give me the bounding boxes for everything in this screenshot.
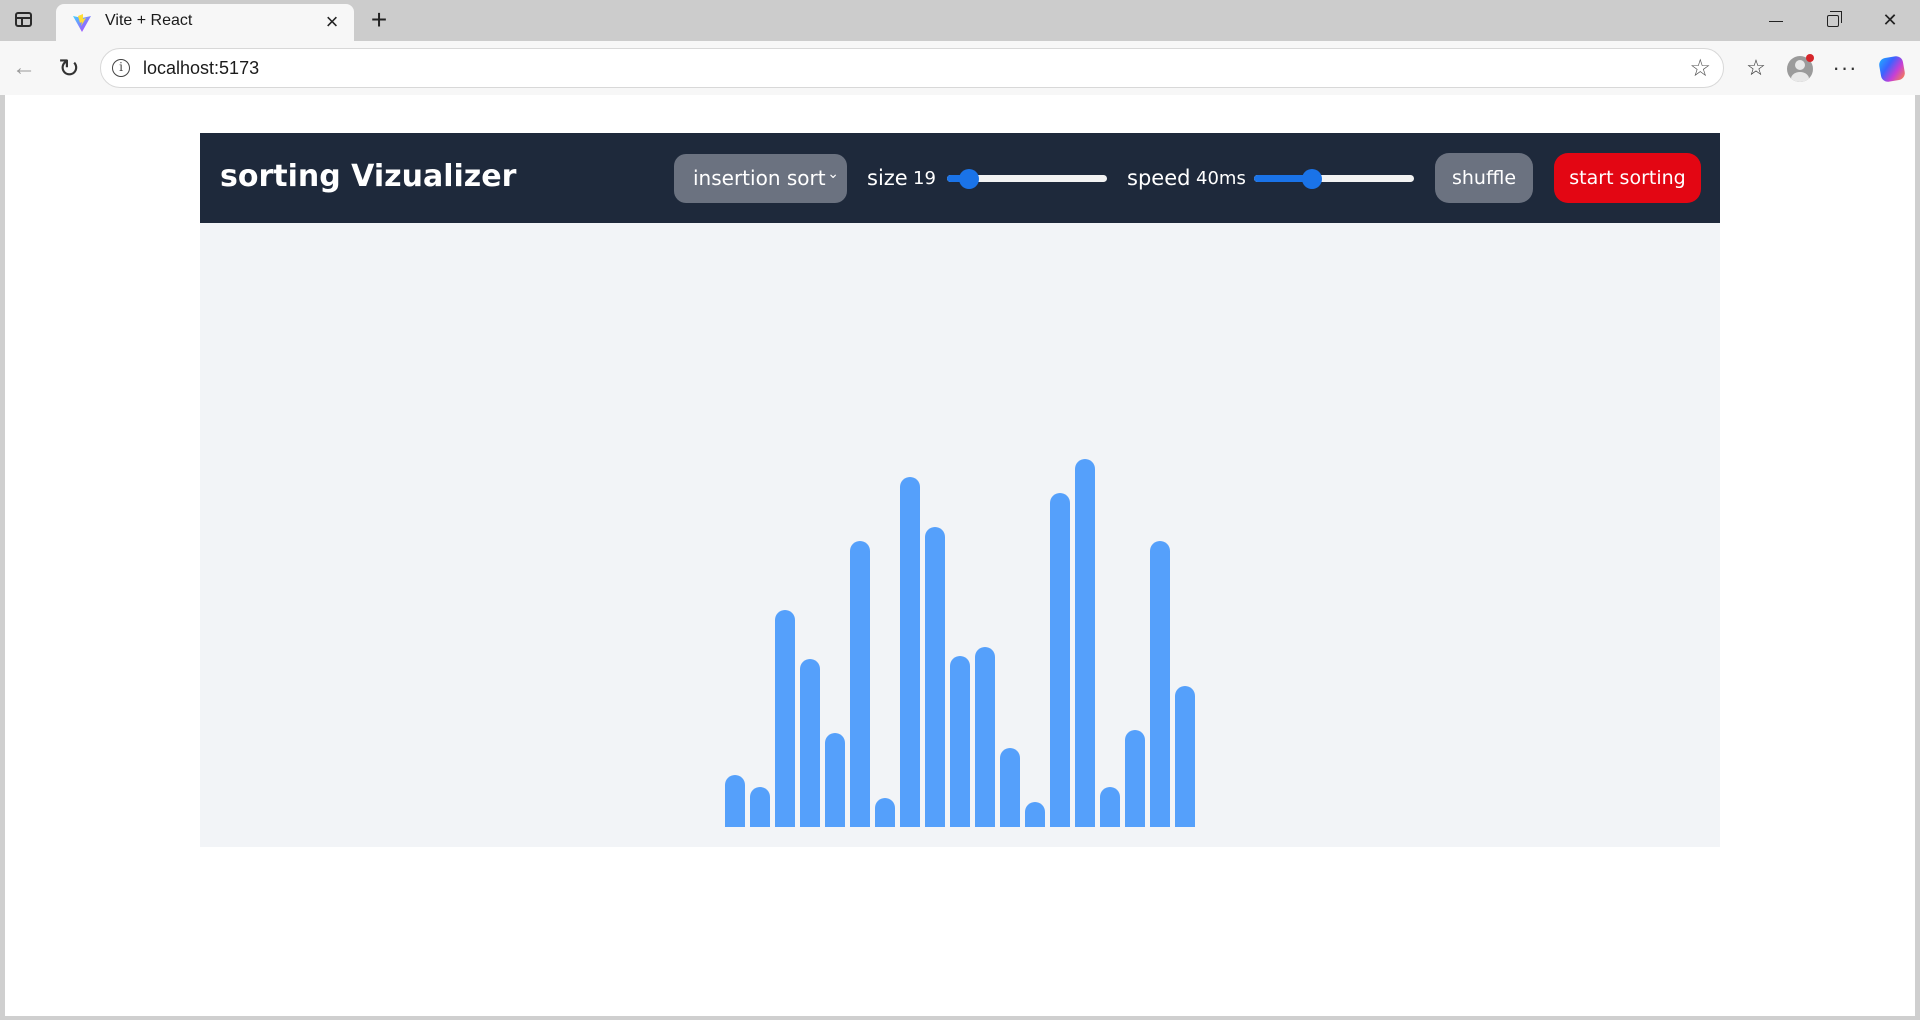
app-title: sorting Vizualizer: [220, 159, 517, 194]
array-bar: [825, 733, 845, 827]
array-bar: [1025, 802, 1045, 827]
more-options-icon[interactable]: ···: [1828, 51, 1862, 85]
speed-slider-thumb[interactable]: [1301, 169, 1322, 189]
array-bar: [1150, 541, 1170, 827]
size-label: size: [867, 166, 908, 190]
reload-icon[interactable]: ↻: [52, 51, 86, 85]
sorting-app: sorting Vizualizer insertion sort ⌄ size…: [200, 133, 1720, 847]
array-bar: [775, 610, 795, 827]
array-bar: [900, 477, 920, 827]
size-slider[interactable]: [947, 169, 1107, 189]
speed-label: speed: [1127, 166, 1191, 190]
speed-value: 40ms: [1196, 168, 1246, 189]
array-bar: [725, 775, 745, 827]
array-bar: [1000, 748, 1020, 827]
browser-tabstrip: Vite + React × + ✕: [0, 0, 1920, 41]
minimize-window-icon[interactable]: [1748, 0, 1804, 41]
page-viewport: sorting Vizualizer insertion sort ⌄ size…: [5, 95, 1915, 1016]
site-info-icon[interactable]: i: [112, 59, 130, 77]
tab-title: Vite + React: [105, 12, 193, 29]
array-bar: [875, 798, 895, 827]
size-value: 19: [913, 168, 936, 189]
browser-tab[interactable]: Vite + React ×: [56, 4, 354, 41]
array-bar: [1175, 686, 1195, 827]
back-arrow-icon[interactable]: ←: [7, 51, 41, 85]
chevron-down-icon: ⌄: [827, 166, 839, 182]
favorite-star-icon[interactable]: ☆: [1689, 54, 1711, 83]
array-bar: [800, 659, 820, 827]
sidebar-toggle-icon: [15, 12, 32, 27]
array-bar: [1075, 459, 1095, 827]
start-sorting-button[interactable]: start sorting: [1554, 153, 1701, 203]
close-window-icon[interactable]: ✕: [1862, 0, 1918, 41]
copilot-icon[interactable]: [1875, 51, 1909, 85]
new-tab-icon[interactable]: +: [364, 5, 394, 35]
array-bar: [1125, 730, 1145, 827]
array-bar: [850, 541, 870, 827]
profile-button[interactable]: [1783, 51, 1817, 85]
address-bar[interactable]: i localhost:5173 ☆: [100, 48, 1724, 88]
favorites-icon[interactable]: ☆: [1739, 51, 1773, 85]
app-header: sorting Vizualizer insertion sort ⌄ size…: [200, 133, 1720, 223]
notification-dot: [1806, 54, 1814, 62]
bars-canvas: [200, 223, 1720, 847]
browser-toolbar: ← ↻ i localhost:5173 ☆ ☆ ···: [0, 41, 1920, 95]
array-bar: [1050, 493, 1070, 827]
algorithm-select-value: insertion sort: [693, 166, 826, 190]
array-bar: [925, 527, 945, 827]
tab-actions-button[interactable]: [12, 9, 36, 31]
size-slider-thumb[interactable]: [959, 169, 980, 189]
speed-slider[interactable]: [1254, 169, 1414, 189]
array-bar: [750, 787, 770, 827]
algorithm-select[interactable]: insertion sort ⌄: [674, 154, 847, 203]
restore-window-icon[interactable]: [1805, 0, 1861, 41]
vite-logo-icon: [73, 14, 91, 32]
array-bar: [1100, 787, 1120, 827]
shuffle-button[interactable]: shuffle: [1435, 153, 1533, 203]
bars-container: [200, 223, 1720, 847]
array-bar: [975, 647, 995, 827]
array-bar: [950, 656, 970, 827]
url-text[interactable]: localhost:5173: [143, 58, 259, 79]
close-tab-icon[interactable]: ×: [320, 10, 344, 34]
